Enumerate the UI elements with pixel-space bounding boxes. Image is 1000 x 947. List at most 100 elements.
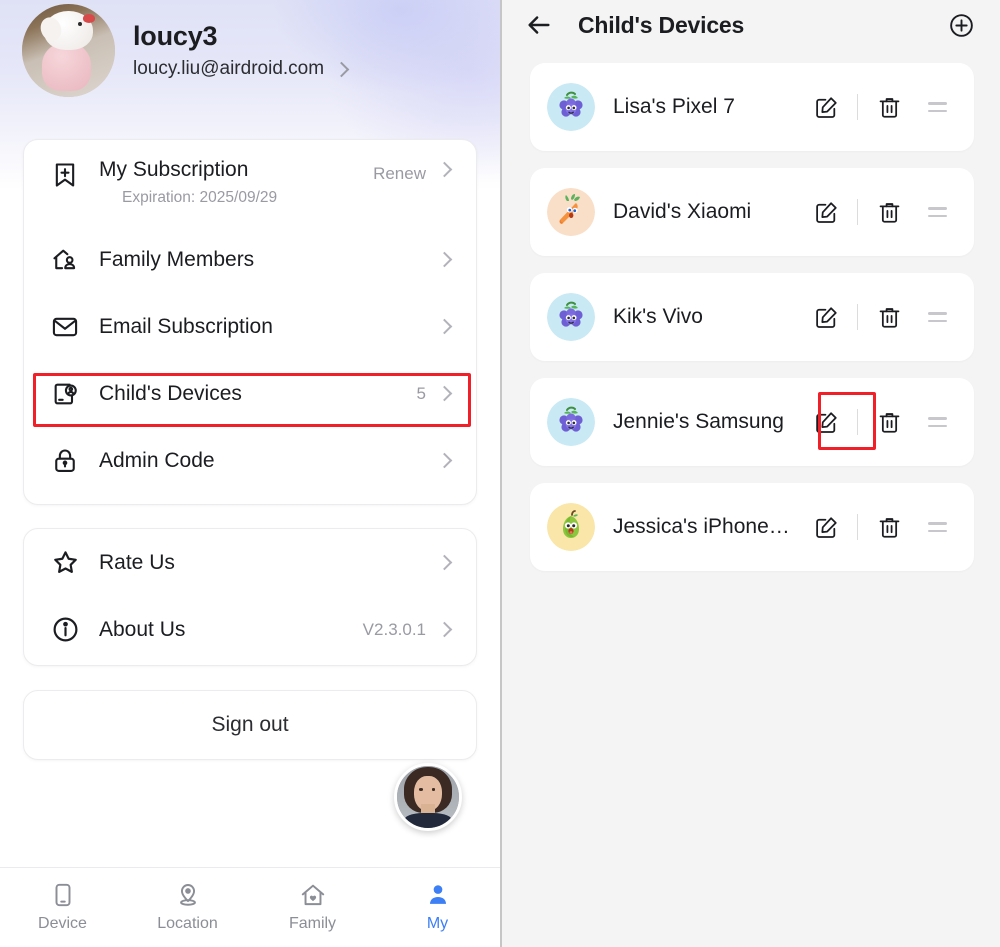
menu-item-admin-code[interactable]: Admin Code xyxy=(24,427,476,494)
table-row[interactable]: Kik's Vivo xyxy=(530,273,974,361)
delete-button[interactable] xyxy=(872,300,906,334)
menu-item-rate-us[interactable]: Rate Us xyxy=(24,529,476,596)
carrot-face-avatar xyxy=(547,188,595,236)
table-row[interactable]: David's Xiaomi xyxy=(530,168,974,256)
menu-label: Rate Us xyxy=(99,550,175,574)
chevron-right-icon xyxy=(436,385,453,402)
drag-handle-icon[interactable] xyxy=(922,302,952,332)
grape-face-avatar xyxy=(547,398,595,446)
grape-face-avatar xyxy=(547,293,595,341)
menu-label: Child's Devices xyxy=(99,381,242,405)
device-actions xyxy=(809,300,952,334)
delete-button[interactable] xyxy=(872,195,906,229)
drag-handle-icon[interactable] xyxy=(922,92,952,122)
person-icon xyxy=(429,885,446,904)
delete-button[interactable] xyxy=(872,90,906,124)
nav-tab-my[interactable]: My xyxy=(375,868,500,947)
table-row[interactable]: Jennie's Samsung xyxy=(530,378,974,466)
device-actions xyxy=(809,405,952,439)
device-actions xyxy=(809,510,952,544)
device-name: Jennie's Samsung xyxy=(613,410,784,433)
add-device-button[interactable] xyxy=(944,8,978,42)
edit-square-icon xyxy=(815,201,837,223)
edit-button[interactable] xyxy=(809,510,843,544)
action-divider xyxy=(857,514,858,540)
delete-button[interactable] xyxy=(872,405,906,439)
account-menu-card: My Subscription Renew Expiration: 2025/0… xyxy=(23,139,477,505)
edit-square-icon xyxy=(815,516,837,538)
star-icon xyxy=(48,546,82,580)
chevron-right-icon xyxy=(436,452,453,469)
menu-item-about-us[interactable]: About Us V2.3.0.1 xyxy=(24,596,476,663)
info-menu-card: Rate Us About Us V2.3.0.1 xyxy=(23,528,477,666)
action-divider xyxy=(857,304,858,330)
edit-button[interactable] xyxy=(809,405,843,439)
device-list: Lisa's Pixel 7 David's Xiaomi Kik's Vivo… xyxy=(502,50,1000,571)
menu-item-childs-devices[interactable]: Child's Devices 5 xyxy=(24,360,476,427)
chevron-right-icon xyxy=(436,318,453,335)
edit-square-icon xyxy=(815,411,837,433)
menu-label: Admin Code xyxy=(99,448,215,472)
menu-label: My Subscription xyxy=(99,158,249,181)
bottom-navigation: Device Location Family My xyxy=(0,867,500,947)
info-circle-icon xyxy=(48,613,82,647)
edit-button[interactable] xyxy=(809,300,843,334)
profile-header[interactable]: loucy3 loucy.liu@airdroid.com xyxy=(22,4,350,97)
nav-label: Family xyxy=(288,915,337,932)
nav-label: Location xyxy=(157,915,218,932)
nav-label: My xyxy=(426,915,449,932)
grape-face-avatar xyxy=(547,83,595,131)
sign-out-button[interactable]: Sign out xyxy=(24,691,476,759)
profile-email-row[interactable]: loucy.liu@airdroid.com xyxy=(133,58,350,80)
table-row[interactable]: Jessica's iPhone… xyxy=(530,483,974,571)
device-name: David's Xiaomi xyxy=(613,200,752,223)
chevron-right-icon xyxy=(436,161,453,178)
panel-title: Child's Devices xyxy=(578,11,745,38)
bookmark-plus-icon xyxy=(48,158,82,192)
app-version: V2.3.0.1 xyxy=(362,619,426,639)
trash-icon xyxy=(879,517,899,538)
delete-button[interactable] xyxy=(872,510,906,544)
device-name: Jessica's iPhone… xyxy=(613,515,790,538)
drag-handle-icon[interactable] xyxy=(922,197,952,227)
drag-handle-icon[interactable] xyxy=(922,407,952,437)
chevron-right-icon xyxy=(333,61,350,77)
chevron-right-icon xyxy=(436,251,453,268)
edit-button[interactable] xyxy=(809,195,843,229)
tablet-person-icon xyxy=(48,377,82,411)
menu-label: About Us xyxy=(99,617,186,641)
nav-tab-device[interactable]: Device xyxy=(0,868,125,947)
action-divider xyxy=(857,199,858,225)
home-person-icon xyxy=(48,243,82,277)
menu-item-email-subscription[interactable]: Email Subscription xyxy=(24,293,476,360)
profile-text: loucy3 loucy.liu@airdroid.com xyxy=(133,21,350,80)
menu-item-family-members[interactable]: Family Members xyxy=(24,226,476,293)
action-divider xyxy=(857,94,858,120)
nav-label: Device xyxy=(38,915,87,932)
device-name: Lisa's Pixel 7 xyxy=(613,95,735,118)
childs-devices-panel: Child's Devices Lisa's Pixel 7 David's X… xyxy=(500,0,1000,947)
phone-icon xyxy=(55,883,70,907)
edit-square-icon xyxy=(815,306,837,328)
action-divider xyxy=(857,409,858,435)
arrow-left-icon xyxy=(528,16,550,34)
menu-item-my-subscription[interactable]: My Subscription Renew Expiration: 2025/0… xyxy=(24,140,476,226)
nav-tab-family[interactable]: Family xyxy=(250,868,375,947)
edit-button[interactable] xyxy=(809,90,843,124)
trash-icon xyxy=(879,202,899,223)
account-panel: loucy3 loucy.liu@airdroid.com My Subscri… xyxy=(0,0,500,947)
device-name: Kik's Vivo xyxy=(613,305,703,328)
renew-label[interactable]: Renew xyxy=(373,164,426,184)
table-row[interactable]: Lisa's Pixel 7 xyxy=(530,63,974,151)
person-photo-avatar[interactable] xyxy=(394,763,462,831)
panel-header: Child's Devices xyxy=(502,0,1000,50)
nav-tab-location[interactable]: Location xyxy=(125,868,250,947)
childs-devices-count: 5 xyxy=(416,383,426,403)
drag-handle-icon[interactable] xyxy=(922,512,952,542)
trash-icon xyxy=(879,97,899,118)
subscription-expiration: Expiration: 2025/09/29 xyxy=(122,189,278,206)
back-button[interactable] xyxy=(522,8,556,42)
profile-email: loucy.liu@airdroid.com xyxy=(133,58,325,79)
device-actions xyxy=(809,90,952,124)
user-photo-avatar xyxy=(22,4,115,97)
